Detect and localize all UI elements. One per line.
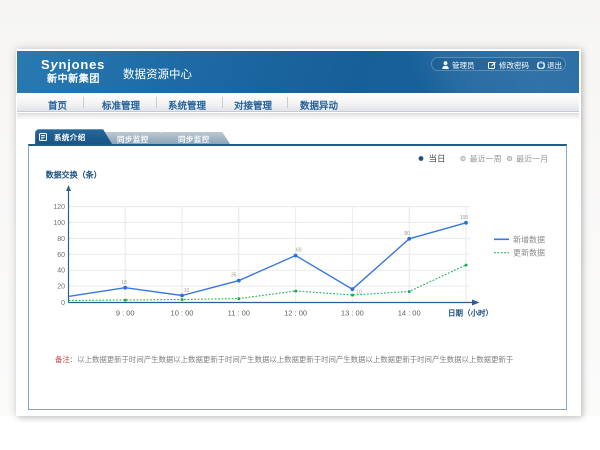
svg-text:35: 35 — [231, 272, 237, 278]
svg-text:10: 10 — [356, 289, 362, 295]
svg-text:100: 100 — [53, 220, 65, 227]
svg-text:11 : 00: 11 : 00 — [228, 308, 250, 317]
svg-text:最近一月: 最近一月 — [516, 153, 548, 163]
svg-text:20: 20 — [57, 283, 65, 290]
svg-text:40: 40 — [57, 267, 65, 274]
svg-text:60: 60 — [57, 251, 65, 258]
svg-text:数据交换（条）: 数据交换（条） — [46, 169, 102, 179]
svg-text:80: 80 — [404, 230, 410, 236]
svg-text:当日: 当日 — [429, 153, 446, 163]
svg-text:备注：以上数据更新于时间产生数据以上数据更新于时间产生数据以: 备注：以上数据更新于时间产生数据以上数据更新于时间产生数据以上数据更新于时间产生… — [55, 355, 513, 364]
svg-text:10 : 00: 10 : 00 — [171, 308, 194, 317]
svg-text:12 : 00: 12 : 00 — [284, 308, 307, 317]
svg-text:120: 120 — [53, 204, 65, 211]
svg-text:13 : 00: 13 : 00 — [341, 308, 364, 317]
svg-text:14 : 00: 14 : 00 — [398, 308, 421, 317]
svg-text:10: 10 — [184, 288, 190, 294]
svg-text:100: 100 — [460, 214, 469, 220]
svg-text:新增数据: 新增数据 — [513, 234, 545, 244]
svg-text:0: 0 — [61, 300, 65, 307]
svg-text:日期（小时）: 日期（小时） — [448, 307, 493, 317]
svg-text:更新数据: 更新数据 — [513, 247, 545, 257]
svg-text:9 : 00: 9 : 00 — [116, 308, 135, 317]
svg-text:60: 60 — [296, 247, 302, 253]
svg-text:18: 18 — [121, 280, 127, 286]
svg-text:80: 80 — [57, 235, 65, 242]
svg-text:最近一周: 最近一周 — [470, 153, 502, 163]
